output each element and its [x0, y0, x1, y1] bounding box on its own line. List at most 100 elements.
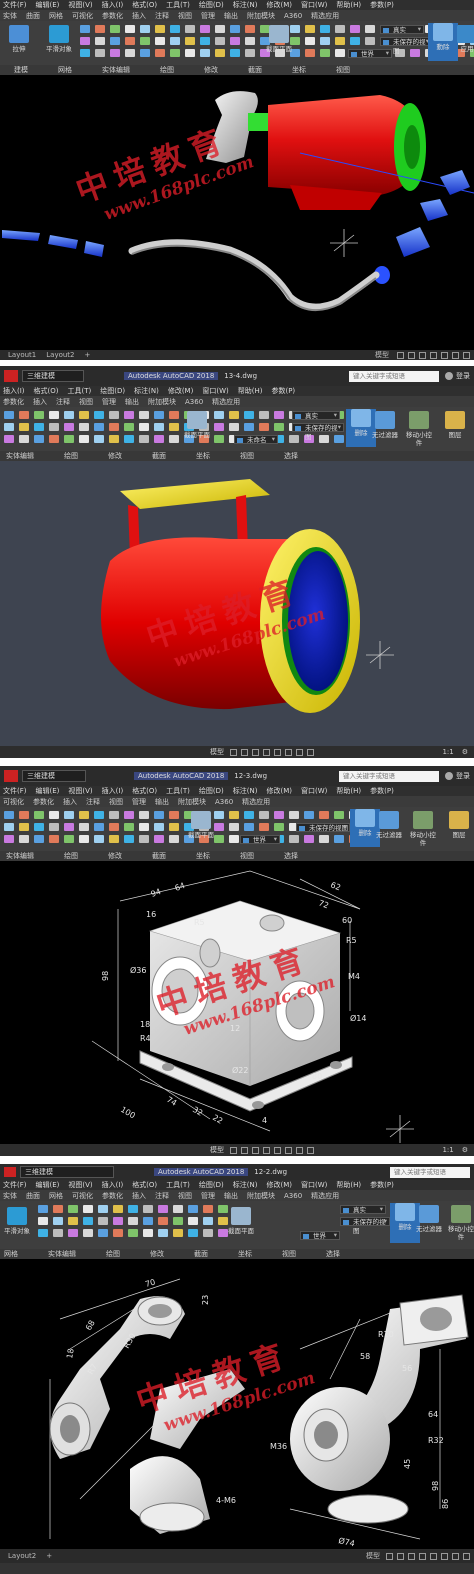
status-model[interactable]: 模型: [366, 1551, 380, 1561]
ribbon-tool-icon[interactable]: [320, 49, 330, 57]
ribbon-tool-icon[interactable]: [79, 835, 89, 843]
ribbon-tool-icon[interactable]: [79, 423, 89, 431]
ribbon-tool-icon[interactable]: [98, 1229, 108, 1237]
add-layout-button[interactable]: +: [46, 1552, 52, 1560]
menu-item-4[interactable]: 格式(O): [132, 0, 157, 10]
lineweight-icon[interactable]: [463, 351, 470, 359]
ribbon-tool-icon[interactable]: [95, 37, 105, 45]
ribbon-tool-icon[interactable]: [109, 811, 119, 819]
ribbon-tool-icon[interactable]: [79, 811, 89, 819]
menu-item-3[interactable]: 绘图(D): [100, 386, 125, 396]
ribbon-tool-icon[interactable]: [4, 435, 14, 443]
visual-style-combo[interactable]: 真实: [340, 1205, 386, 1214]
ribbon-tool-icon[interactable]: [244, 423, 254, 431]
transparency-icon[interactable]: [307, 1146, 314, 1154]
menu-item-6[interactable]: 窗口(W): [202, 386, 228, 396]
ribbon-tool-icon[interactable]: [169, 835, 179, 843]
viewport-3d[interactable]: 中培教育 www.168plc.com: [0, 75, 474, 350]
annotation-scale[interactable]: 1:1: [442, 748, 453, 756]
ucs-combo[interactable]: 世界: [240, 835, 280, 844]
workspace-combo[interactable]: 三维建模: [22, 370, 84, 382]
ribbon-tool-icon[interactable]: [139, 823, 149, 831]
ribbon-tool-icon[interactable]: [334, 835, 344, 843]
menu-item-11[interactable]: 参数(P): [370, 1180, 394, 1190]
apply-button[interactable]: 应用: [452, 25, 474, 53]
ribbon-tool-icon[interactable]: [64, 435, 74, 443]
ribbon-tool-icon[interactable]: [98, 1217, 108, 1225]
ribbon-tab-5[interactable]: 插入: [132, 1191, 146, 1201]
ribbon-tool-icon[interactable]: [155, 49, 165, 57]
ribbon-tool-icon[interactable]: [244, 823, 254, 831]
lineweight-icon[interactable]: [296, 748, 303, 756]
ribbon-tool-icon[interactable]: [350, 37, 360, 45]
ribbon-tool-icon[interactable]: [4, 835, 14, 843]
ribbon-tool-icon[interactable]: [154, 835, 164, 843]
ribbon-tab-3[interactable]: 可视化: [72, 1191, 93, 1201]
ribbon-tab-1[interactable]: 曲面: [26, 11, 40, 21]
app-menu-icon[interactable]: [4, 770, 18, 782]
ribbon-tool-icon[interactable]: [169, 423, 179, 431]
ribbon-tool-icon[interactable]: [94, 411, 104, 419]
menu-item-3[interactable]: 插入(I): [102, 0, 124, 10]
ribbon-tool-icon[interactable]: [334, 435, 344, 443]
ribbon-tool-icon[interactable]: [143, 1205, 153, 1213]
layout-tab-2[interactable]: Layout2: [46, 351, 74, 359]
ribbon-tool-icon[interactable]: [169, 823, 179, 831]
ribbon-tool-icon[interactable]: [154, 411, 164, 419]
ribbon-tab-10[interactable]: 附加模块: [247, 1191, 275, 1201]
menu-item-7[interactable]: 帮助(H): [238, 386, 263, 396]
lineweight-icon[interactable]: [296, 1146, 303, 1154]
ribbon-tab-7[interactable]: 视图: [178, 1191, 192, 1201]
layout-tab-1[interactable]: Layout1: [8, 351, 36, 359]
ribbon-tool-icon[interactable]: [229, 811, 239, 819]
extrude-button[interactable]: 拉伸: [4, 25, 34, 53]
ribbon-tab-2[interactable]: 注释: [56, 397, 70, 407]
ribbon-tool-icon[interactable]: [94, 835, 104, 843]
menu-item-0[interactable]: 文件(F): [3, 786, 27, 796]
ribbon-tool-icon[interactable]: [319, 811, 329, 819]
ribbon-tool-icon[interactable]: [113, 1217, 123, 1225]
ribbon-tool-icon[interactable]: [38, 1229, 48, 1237]
ribbon-tab-0[interactable]: 实体: [3, 1191, 17, 1201]
ribbon-tool-icon[interactable]: [4, 411, 14, 419]
ribbon-tool-icon[interactable]: [274, 411, 284, 419]
ribbon-tool-icon[interactable]: [38, 1205, 48, 1213]
ribbon-tool-icon[interactable]: [38, 1217, 48, 1225]
menu-item-3[interactable]: 插入(I): [102, 1180, 124, 1190]
polar-icon[interactable]: [419, 1552, 426, 1560]
ribbon-tool-icon[interactable]: [83, 1229, 93, 1237]
ribbon-tool-icon[interactable]: [230, 25, 240, 33]
menu-item-8[interactable]: 参数(P): [271, 386, 295, 396]
osnap-icon[interactable]: [430, 1552, 437, 1560]
ribbon-tab-3[interactable]: 视图: [79, 397, 93, 407]
ribbon-tool-icon[interactable]: [94, 823, 104, 831]
ribbon-tool-icon[interactable]: [139, 435, 149, 443]
ribbon-tool-icon[interactable]: [80, 37, 90, 45]
ribbon-tool-icon[interactable]: [109, 435, 119, 443]
ribbon-tool-icon[interactable]: [154, 823, 164, 831]
ribbon-tool-icon[interactable]: [319, 835, 329, 843]
ribbon-tool-icon[interactable]: [304, 811, 314, 819]
section-plane-button[interactable]: 截面平面: [182, 411, 212, 439]
lineweight-icon[interactable]: [452, 1552, 459, 1560]
ribbon-tool-icon[interactable]: [365, 25, 375, 33]
move-gizmo-button[interactable]: 移动小控件: [404, 411, 434, 447]
layers-button[interactable]: 图层: [444, 811, 474, 839]
ribbon-tab-11[interactable]: A360: [284, 12, 302, 20]
grid-icon[interactable]: [397, 351, 404, 359]
menu-item-6[interactable]: 绘图(D): [199, 1180, 224, 1190]
menu-item-9[interactable]: 窗口(W): [301, 0, 327, 10]
ribbon-tab-2[interactable]: 插入: [63, 797, 77, 807]
login-link[interactable]: 登录: [456, 771, 470, 781]
ribbon-tool-icon[interactable]: [154, 811, 164, 819]
ribbon-tool-icon[interactable]: [49, 823, 59, 831]
menu-item-7[interactable]: 标注(N): [233, 0, 258, 10]
ribbon-tool-icon[interactable]: [335, 25, 345, 33]
ribbon-tool-icon[interactable]: [125, 37, 135, 45]
login-link[interactable]: 登录: [456, 371, 470, 381]
workspace-combo[interactable]: 三维建模: [22, 770, 86, 782]
menu-item-9[interactable]: 窗口(W): [301, 786, 327, 796]
workspace-combo[interactable]: 三维建模: [20, 1166, 114, 1178]
snap-icon[interactable]: [397, 1552, 404, 1560]
ribbon-tool-icon[interactable]: [245, 49, 255, 57]
